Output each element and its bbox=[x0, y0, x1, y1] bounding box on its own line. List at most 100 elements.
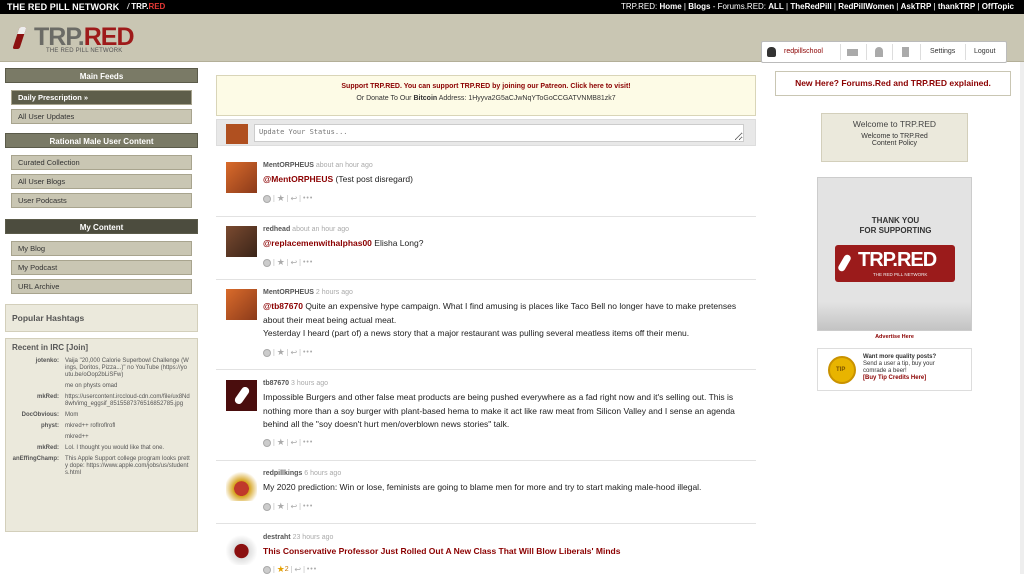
url-archive-link[interactable]: URL Archive bbox=[11, 279, 192, 294]
site-logo[interactable]: TRP.RED THE RED PILL NETWORK bbox=[12, 25, 146, 57]
advertise-link[interactable]: Advertise Here bbox=[817, 334, 972, 340]
mail-icon[interactable] bbox=[847, 49, 858, 56]
welcome-title: Welcome to TRP.RED bbox=[852, 119, 937, 129]
avatar bbox=[226, 124, 248, 144]
avatar[interactable] bbox=[226, 289, 257, 320]
logo-subtitle: THE RED PILL NETWORK bbox=[46, 48, 123, 54]
curated-collection-link[interactable]: Curated Collection bbox=[11, 155, 192, 170]
reply-icon[interactable]: ↩ bbox=[291, 258, 298, 267]
my-blog-link[interactable]: My Blog bbox=[11, 241, 192, 256]
network-title[interactable]: THE RED PILL NETWORK bbox=[7, 0, 119, 14]
reply-icon[interactable]: ↩ bbox=[291, 348, 298, 357]
reply-icon[interactable]: ↩ bbox=[291, 502, 298, 511]
irc-nick: mkRed: bbox=[36, 445, 59, 451]
thanktrp-link[interactable]: thankTRP bbox=[938, 2, 975, 11]
user-podcasts-link[interactable]: User Podcasts bbox=[11, 193, 192, 208]
status-input[interactable] bbox=[254, 124, 744, 142]
avatar[interactable] bbox=[226, 162, 257, 193]
mention-link[interactable]: @tb87670 bbox=[263, 301, 303, 311]
theredpill-link[interactable]: TheRedPill bbox=[790, 2, 831, 11]
popular-hashtags[interactable]: Popular Hashtags bbox=[5, 304, 198, 332]
welcome-link[interactable]: Welcome to TRP.Red bbox=[822, 133, 967, 140]
post-username[interactable]: MentORPHEUS bbox=[263, 162, 314, 169]
daily-prescription-link[interactable]: Daily Prescription » bbox=[11, 90, 192, 105]
star-icon[interactable]: ★ bbox=[277, 347, 285, 358]
avatar[interactable] bbox=[226, 226, 257, 257]
more-icon[interactable]: ••• bbox=[307, 566, 317, 573]
all-user-blogs-link[interactable]: All User Blogs bbox=[11, 174, 192, 189]
lock-icon[interactable] bbox=[902, 47, 909, 57]
more-icon[interactable]: ••• bbox=[303, 195, 313, 202]
home-link[interactable]: Home bbox=[659, 2, 681, 11]
reply-icon[interactable]: ↩ bbox=[291, 194, 298, 203]
top-bar: THE RED PILL NETWORK / TRP.RED TRP.RED: H… bbox=[0, 0, 1024, 14]
star-icon[interactable]: ★ bbox=[277, 564, 285, 574]
reply-icon[interactable]: ↩ bbox=[291, 438, 298, 447]
post-username[interactable]: redpillkings bbox=[263, 470, 302, 477]
star-icon[interactable]: ★ bbox=[277, 437, 285, 448]
glass-avatar[interactable] bbox=[226, 534, 257, 565]
more-icon[interactable]: ••• bbox=[303, 503, 313, 510]
post-title-link[interactable]: This Conservative Professor Just Rolled … bbox=[263, 546, 620, 556]
all-user-updates-link[interactable]: All User Updates bbox=[11, 109, 192, 124]
more-icon[interactable]: ••• bbox=[303, 349, 313, 356]
scrollbar[interactable] bbox=[1020, 62, 1024, 574]
post-username[interactable]: redhead bbox=[263, 226, 290, 233]
ad-logo-subtitle: THE RED PILL NETWORK bbox=[873, 272, 928, 277]
logout-link[interactable]: Logout bbox=[974, 42, 995, 62]
avatar[interactable] bbox=[226, 380, 257, 411]
pill-icon bbox=[233, 385, 251, 406]
tip-box[interactable]: TIP Want more quality posts? Send a user… bbox=[817, 348, 972, 391]
reply-icon[interactable]: ↩ bbox=[294, 565, 301, 574]
user-icon bbox=[767, 47, 776, 57]
tip-icon[interactable] bbox=[263, 565, 271, 574]
tip-icon[interactable] bbox=[263, 258, 271, 267]
post-text: Quite an expensive hype campaign. What I… bbox=[263, 301, 737, 325]
star-icon[interactable]: ★ bbox=[277, 501, 285, 512]
tip-icon[interactable] bbox=[263, 194, 271, 203]
irc-title[interactable]: Recent in IRC [Join] bbox=[12, 343, 191, 352]
more-icon[interactable]: ••• bbox=[303, 439, 313, 446]
content-policy-link[interactable]: Content Policy bbox=[822, 140, 967, 147]
post-username[interactable]: tb87670 bbox=[263, 380, 289, 387]
red-text: RED bbox=[148, 2, 166, 11]
tip-icon[interactable] bbox=[263, 438, 271, 447]
bell-icon[interactable] bbox=[875, 47, 883, 57]
divider bbox=[965, 44, 966, 60]
irc-message: Vaija "20,000 Calorie Superbowl Challeng… bbox=[65, 358, 189, 378]
support-ad[interactable]: THANK YOU FOR SUPPORTING TRP.RED THE RED … bbox=[817, 177, 972, 331]
my-podcast-link[interactable]: My Podcast bbox=[11, 260, 192, 275]
trp-red-link[interactable]: / TRP.RED bbox=[127, 0, 165, 14]
post-username[interactable]: destraht bbox=[263, 534, 291, 541]
post-text: (Test post disregard) bbox=[333, 174, 413, 184]
main-feed: Support TRP.RED. You can support TRP.RED… bbox=[216, 75, 756, 146]
more-icon[interactable]: ••• bbox=[303, 259, 313, 266]
crown-avatar[interactable] bbox=[226, 470, 257, 501]
post-username[interactable]: MentORPHEUS bbox=[263, 289, 314, 296]
trp-text: TRP. bbox=[131, 2, 149, 11]
right-sidebar: New Here? Forums.Red and TRP.RED explain… bbox=[775, 71, 1011, 391]
post-time: 3 hours ago bbox=[289, 380, 328, 387]
tip-icon[interactable] bbox=[263, 348, 271, 357]
new-here-link[interactable]: New Here? Forums.Red and TRP.RED explain… bbox=[775, 71, 1011, 96]
username-link[interactable]: redpillschool bbox=[784, 42, 823, 62]
post-time: about an hour ago bbox=[313, 162, 373, 169]
redpillwomen-link[interactable]: RedPillWomen bbox=[838, 2, 894, 11]
star-icon[interactable]: ★ bbox=[277, 257, 285, 268]
settings-link[interactable]: Settings bbox=[930, 42, 955, 62]
buy-tip-credits-link[interactable]: [Buy Tip Credits Here] bbox=[863, 375, 936, 382]
offtopic-link[interactable]: OffTopic bbox=[982, 2, 1014, 11]
post-body: @MentORPHEUS (Test post disregard) bbox=[263, 173, 753, 187]
patreon-link[interactable]: Support TRP.RED. You can support TRP.RED… bbox=[217, 83, 755, 90]
blogs-link[interactable]: Blogs bbox=[688, 2, 710, 11]
all-link[interactable]: ALL bbox=[768, 2, 784, 11]
irc-nick bbox=[12, 383, 65, 390]
post-time: 23 hours ago bbox=[290, 534, 334, 541]
asktrp-link[interactable]: AskTRP bbox=[901, 2, 932, 11]
post-time: 2 hours ago bbox=[313, 289, 353, 296]
mention-link[interactable]: @replacemenwithalphas00 bbox=[263, 238, 372, 248]
tip-icon[interactable] bbox=[263, 502, 271, 511]
star-icon[interactable]: ★ bbox=[277, 193, 285, 204]
mention-link[interactable]: @MentORPHEUS bbox=[263, 174, 333, 184]
irc-row: mkRed: https://usercontent.irccloud-cdn.c… bbox=[12, 394, 191, 408]
